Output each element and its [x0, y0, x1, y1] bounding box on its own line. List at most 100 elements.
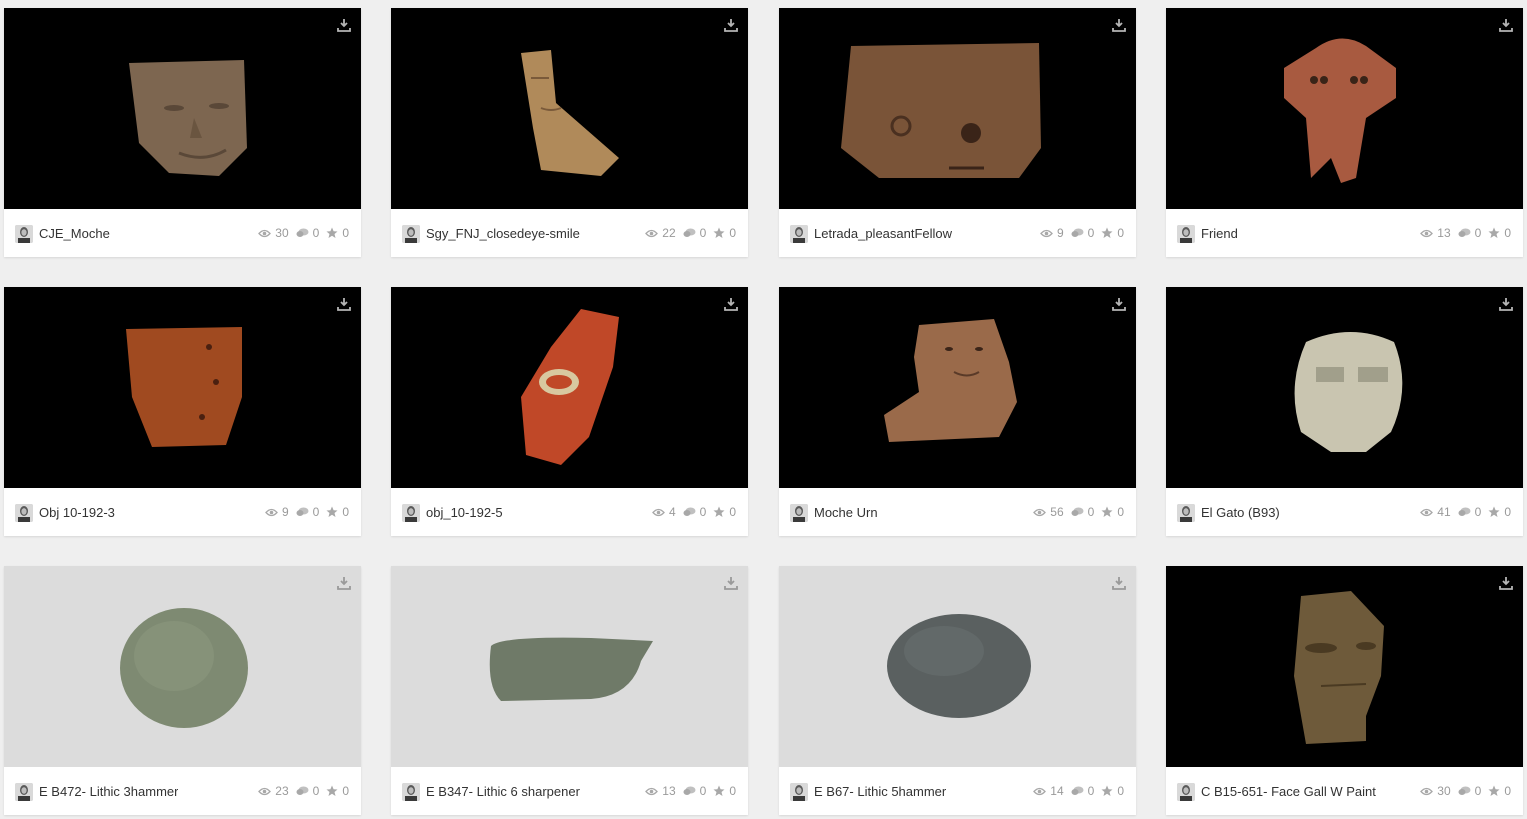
- model-stats: 56 0 0: [1026, 505, 1124, 519]
- model-title[interactable]: El Gato (B93): [1201, 505, 1280, 520]
- eye-icon: [1040, 229, 1053, 237]
- model-card[interactable]: E B347- Lithic 6 sharpener 13 0 0: [391, 566, 748, 815]
- view-count: 30: [1420, 784, 1451, 798]
- model-title[interactable]: E B67- Lithic 5hammer: [814, 784, 946, 799]
- model-thumbnail[interactable]: [1166, 8, 1523, 209]
- model-thumbnail[interactable]: [4, 566, 361, 767]
- eye-icon: [1420, 229, 1434, 237]
- download-icon[interactable]: [1499, 297, 1513, 311]
- like-count[interactable]: 0: [1101, 505, 1124, 519]
- comment-count: 0: [1458, 505, 1482, 519]
- model-card[interactable]: El Gato (B93) 41 0 0: [1166, 287, 1523, 536]
- download-icon[interactable]: [724, 576, 738, 590]
- model-title[interactable]: E B347- Lithic 6 sharpener: [426, 784, 580, 799]
- model-thumbnail[interactable]: [1166, 566, 1523, 767]
- card-footer: E B347- Lithic 6 sharpener 13 0 0: [391, 767, 748, 815]
- model-title[interactable]: C B15-651- Face Gall W Paint: [1201, 784, 1376, 799]
- model-card[interactable]: C B15-651- Face Gall W Paint 30 0 0: [1166, 566, 1523, 815]
- model-card[interactable]: E B472- Lithic 3hammer 23 0 0: [4, 566, 361, 815]
- comment-count-value: 0: [699, 784, 707, 798]
- model-card[interactable]: Letrada_pleasantFellow 9 0 0: [779, 8, 1136, 257]
- model-card[interactable]: Obj 10-192-3 9 0 0: [4, 287, 361, 536]
- comment-icon: [1071, 507, 1084, 516]
- like-count[interactable]: 0: [1488, 784, 1511, 798]
- avatar[interactable]: [790, 783, 808, 801]
- model-thumbnail[interactable]: [1166, 287, 1523, 488]
- avatar[interactable]: [790, 225, 808, 243]
- download-icon[interactable]: [1112, 576, 1126, 590]
- eye-icon: [645, 787, 659, 795]
- like-count[interactable]: 0: [1488, 505, 1511, 519]
- view-count-value: 14: [1050, 784, 1064, 798]
- download-icon[interactable]: [337, 18, 351, 32]
- model-thumbnail[interactable]: [779, 566, 1136, 767]
- avatar[interactable]: [15, 783, 33, 801]
- comment-count-value: 0: [1474, 505, 1482, 519]
- comment-count: 0: [296, 505, 319, 519]
- download-icon[interactable]: [337, 576, 351, 590]
- like-count[interactable]: 0: [326, 505, 349, 519]
- model-card[interactable]: Sgy_FNJ_closedeye-smile 22 0 0: [391, 8, 748, 257]
- model-thumbnail[interactable]: [391, 8, 748, 209]
- avatar[interactable]: [402, 504, 420, 522]
- model-title[interactable]: CJE_Moche: [39, 226, 110, 241]
- star-icon: [713, 785, 725, 796]
- model-title[interactable]: Obj 10-192-3: [39, 505, 115, 520]
- model-stats: 14 0 0: [1026, 784, 1124, 798]
- like-count-value: 0: [1117, 784, 1124, 798]
- like-count[interactable]: 0: [1101, 784, 1124, 798]
- comment-count-value: 0: [312, 226, 320, 240]
- comment-count-value: 0: [1474, 784, 1482, 798]
- download-icon[interactable]: [337, 297, 351, 311]
- model-title[interactable]: E B472- Lithic 3hammer: [39, 784, 178, 799]
- model-title[interactable]: Letrada_pleasantFellow: [814, 226, 952, 241]
- comment-icon: [296, 786, 309, 795]
- model-title[interactable]: obj_10-192-5: [426, 505, 503, 520]
- model-thumbnail[interactable]: [4, 287, 361, 488]
- download-icon[interactable]: [1499, 576, 1513, 590]
- avatar[interactable]: [1177, 783, 1195, 801]
- model-title[interactable]: Moche Urn: [814, 505, 878, 520]
- model-thumbnail[interactable]: [391, 566, 748, 767]
- like-count[interactable]: 0: [1488, 226, 1511, 240]
- model-thumbnail[interactable]: [779, 8, 1136, 209]
- download-icon[interactable]: [724, 18, 738, 32]
- view-count: 13: [1420, 226, 1451, 240]
- eye-icon: [1420, 508, 1434, 516]
- model-thumbnail[interactable]: [391, 287, 748, 488]
- model-card[interactable]: obj_10-192-5 4 0 0: [391, 287, 748, 536]
- model-preview-image: [1284, 38, 1396, 184]
- like-count[interactable]: 0: [1101, 226, 1124, 240]
- model-title[interactable]: Friend: [1201, 226, 1238, 241]
- model-preview-image: [521, 50, 619, 176]
- download-icon[interactable]: [724, 297, 738, 311]
- download-icon[interactable]: [1499, 18, 1513, 32]
- avatar[interactable]: [790, 504, 808, 522]
- like-count[interactable]: 0: [713, 226, 736, 240]
- star-icon: [326, 506, 338, 517]
- model-card[interactable]: Moche Urn 56 0 0: [779, 287, 1136, 536]
- like-count[interactable]: 0: [713, 784, 736, 798]
- avatar[interactable]: [402, 783, 420, 801]
- avatar[interactable]: [15, 225, 33, 243]
- comment-count: 0: [1071, 226, 1094, 240]
- avatar[interactable]: [1177, 225, 1195, 243]
- view-count-value: 4: [668, 505, 676, 519]
- avatar[interactable]: [15, 504, 33, 522]
- model-thumbnail[interactable]: [779, 287, 1136, 488]
- avatar[interactable]: [1177, 504, 1195, 522]
- like-count[interactable]: 0: [326, 784, 349, 798]
- model-title[interactable]: Sgy_FNJ_closedeye-smile: [426, 226, 580, 241]
- model-card[interactable]: Friend 13 0 0: [1166, 8, 1523, 257]
- download-icon[interactable]: [1112, 297, 1126, 311]
- model-card[interactable]: CJE_Moche 30 0 0: [4, 8, 361, 257]
- like-count[interactable]: 0: [713, 505, 736, 519]
- download-icon[interactable]: [1112, 18, 1126, 32]
- like-count-value: 0: [1117, 505, 1124, 519]
- model-stats: 22 0 0: [638, 226, 736, 240]
- like-count[interactable]: 0: [326, 226, 349, 240]
- model-card[interactable]: E B67- Lithic 5hammer 14 0 0: [779, 566, 1136, 815]
- model-preview-image: [1294, 591, 1384, 744]
- model-thumbnail[interactable]: [4, 8, 361, 209]
- avatar[interactable]: [402, 225, 420, 243]
